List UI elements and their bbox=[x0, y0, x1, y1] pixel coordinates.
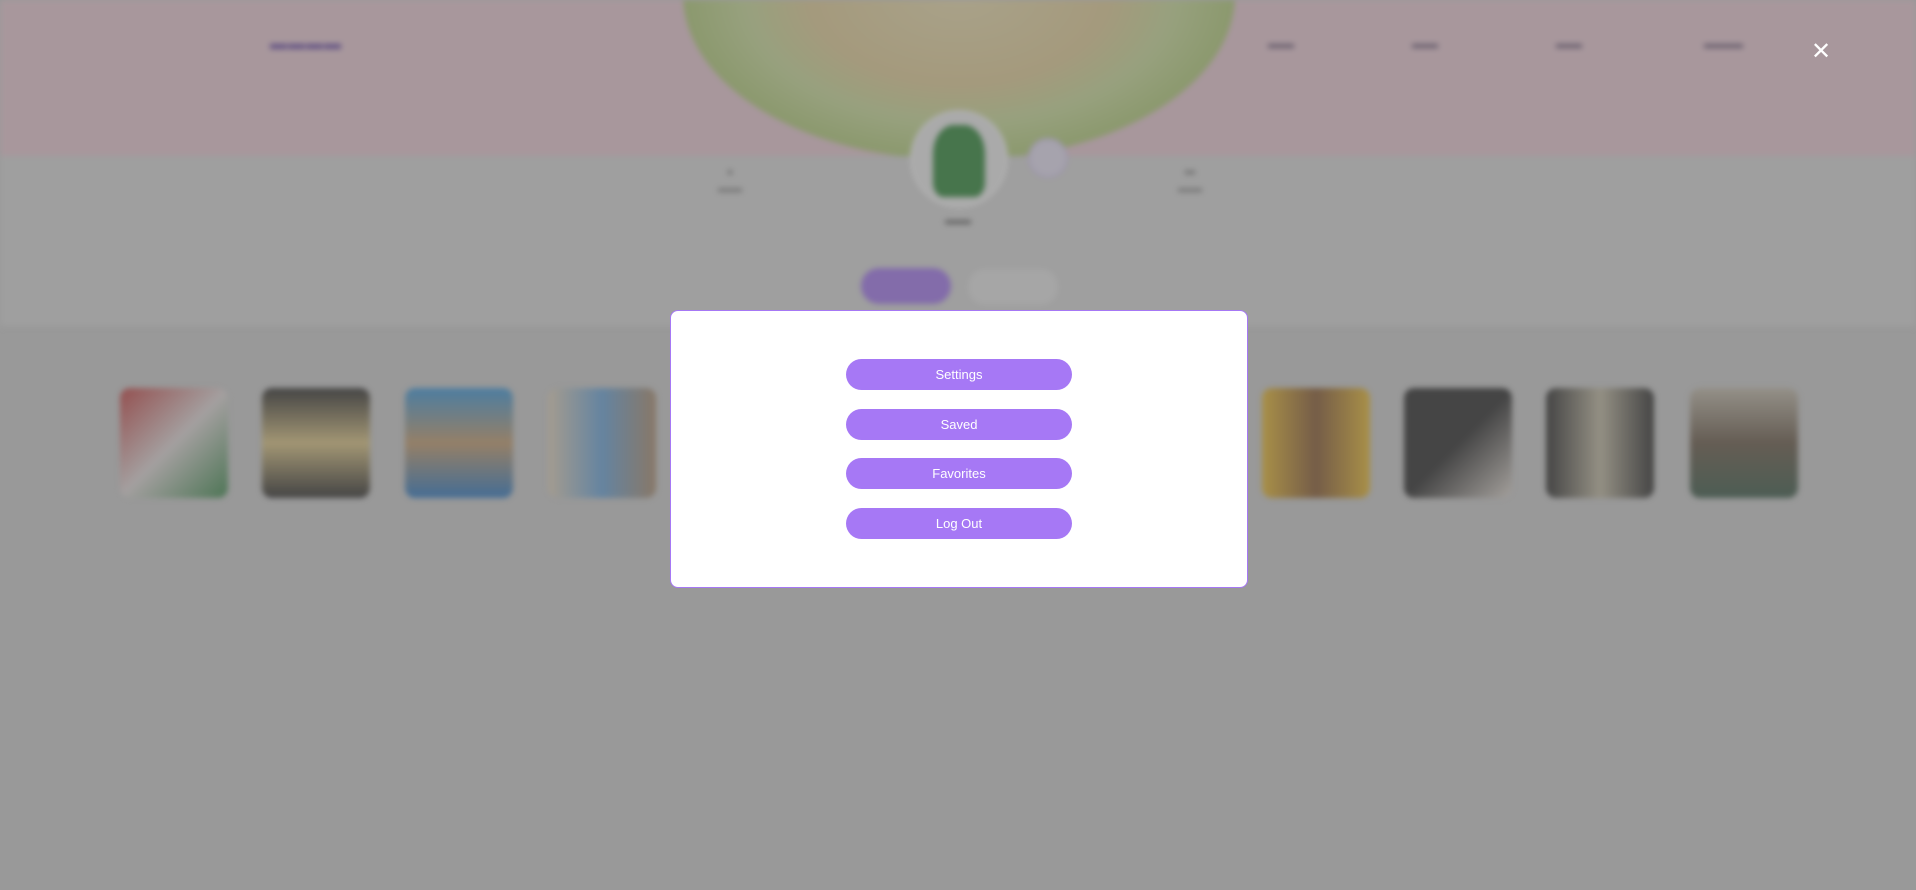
profile-menu-modal: Settings Saved Favorites Log Out bbox=[670, 310, 1248, 588]
saved-button[interactable]: Saved bbox=[846, 409, 1072, 440]
log-out-button[interactable]: Log Out bbox=[846, 508, 1072, 539]
close-icon[interactable]: ✕ bbox=[1808, 38, 1834, 64]
settings-button[interactable]: Settings bbox=[846, 359, 1072, 390]
favorites-button[interactable]: Favorites bbox=[846, 458, 1072, 489]
